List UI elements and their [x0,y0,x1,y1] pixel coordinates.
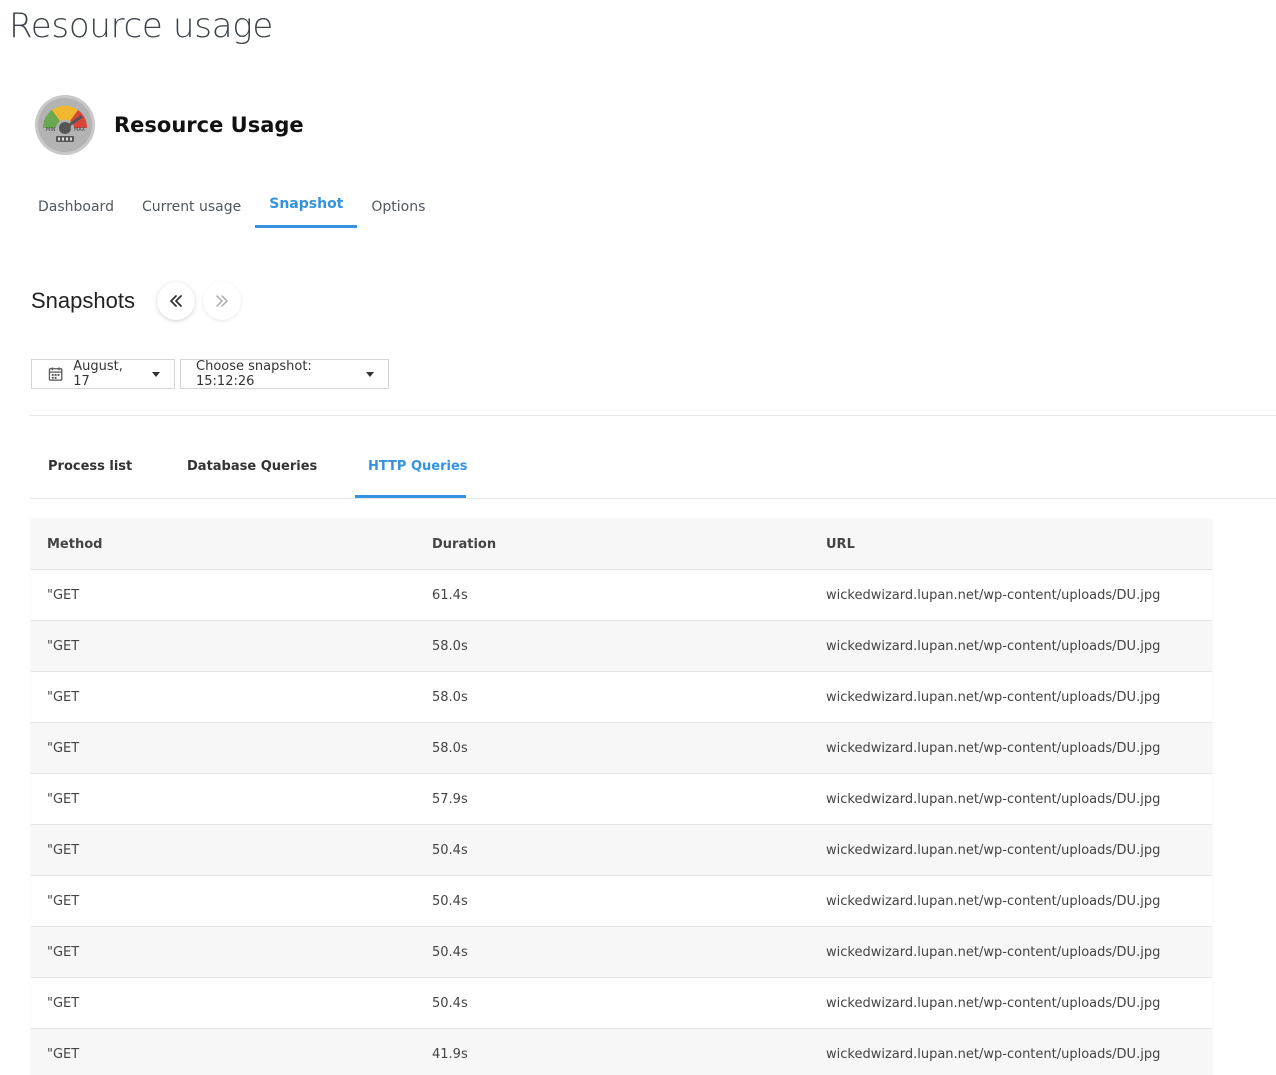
gauge-icon: MIN MAX [34,94,96,156]
cell-duration: 58.0s [416,620,810,672]
caret-down-icon [152,371,160,377]
cell-method: "GET [31,1028,416,1075]
divider [30,498,1276,499]
double-chevron-left-icon [170,295,182,307]
cell-url: wickedwizard.lupan.net/wp-content/upload… [810,671,1212,723]
snapshot-filters: August, 17 Choose snapshot: 15:12:26 [31,359,394,389]
snapshot-time-dropdown[interactable]: Choose snapshot: 15:12:26 [180,359,389,389]
cell-url: wickedwizard.lupan.net/wp-content/upload… [810,875,1212,927]
calendar-icon [48,367,63,381]
caret-down-icon [366,371,374,377]
snapshots-title: Snapshots [31,288,135,313]
cell-method: "GET [31,926,416,978]
cell-url: wickedwizard.lupan.net/wp-content/upload… [810,773,1212,825]
page-heading: Resource usage [9,6,273,46]
cell-url: wickedwizard.lupan.net/wp-content/upload… [810,722,1212,774]
cell-duration: 50.4s [416,977,810,1029]
snapshots-header: Snapshots [31,282,249,320]
cell-method: "GET [31,620,416,672]
previous-snapshot-button[interactable] [156,282,195,320]
tab-snapshot[interactable]: Snapshot [255,183,358,228]
column-header-duration[interactable]: Duration [416,519,810,570]
cell-url: wickedwizard.lupan.net/wp-content/upload… [810,926,1212,978]
tab-current-usage[interactable]: Current usage [128,186,255,228]
cell-duration: 57.9s [416,773,810,825]
date-dropdown-label: August, 17 [73,359,123,389]
cell-method: "GET [31,875,416,927]
cell-url: wickedwizard.lupan.net/wp-content/upload… [810,1028,1212,1075]
cell-duration: 50.4s [416,875,810,927]
cell-duration: 50.4s [416,926,810,978]
tab-dashboard[interactable]: Dashboard [24,186,128,228]
table-row: "GET 41.9s wickedwizard.lupan.net/wp-con… [31,1028,1212,1075]
date-dropdown[interactable]: August, 17 [31,359,175,389]
cell-url: wickedwizard.lupan.net/wp-content/upload… [810,569,1212,621]
table-row: "GET 58.0s wickedwizard.lupan.net/wp-con… [31,671,1212,723]
cell-method: "GET [31,773,416,825]
brand-header: MIN MAX Resource Usage [34,94,304,156]
cell-url: wickedwizard.lupan.net/wp-content/upload… [810,620,1212,672]
table-row: "GET 57.9s wickedwizard.lupan.net/wp-con… [31,773,1212,825]
cell-url: wickedwizard.lupan.net/wp-content/upload… [810,977,1212,1029]
column-header-url[interactable]: URL [810,519,1212,570]
tab-database-queries[interactable]: Database Queries [173,444,355,495]
cell-duration: 50.4s [416,824,810,876]
table-row: "GET 50.4s wickedwizard.lupan.net/wp-con… [31,926,1212,978]
cell-duration: 61.4s [416,569,810,621]
page: Resource usage MIN MAX Resource Usage Da… [0,0,1276,1075]
tab-options[interactable]: Options [357,186,439,228]
table-row: "GET 50.4s wickedwizard.lupan.net/wp-con… [31,875,1212,927]
gauge-min-label: MIN [46,127,56,133]
cell-duration: 58.0s [416,671,810,723]
table-row: "GET 50.4s wickedwizard.lupan.net/wp-con… [31,977,1212,1029]
snapshot-sub-tabs: Process list Database Queries HTTP Queri… [30,444,468,498]
main-tabs: Dashboard Current usage Snapshot Options [24,186,439,231]
table-header-row: Method Duration URL [31,519,1212,570]
tab-process-list[interactable]: Process list [30,444,173,495]
cell-method: "GET [31,722,416,774]
cell-method: "GET [31,824,416,876]
cell-duration: 41.9s [416,1028,810,1075]
table-row: "GET 61.4s wickedwizard.lupan.net/wp-con… [31,569,1212,621]
cell-duration: 58.0s [416,722,810,774]
brand-title: Resource Usage [114,113,304,137]
cell-method: "GET [31,569,416,621]
next-snapshot-button[interactable] [202,282,241,320]
table-row: "GET 50.4s wickedwizard.lupan.net/wp-con… [31,824,1212,876]
tab-http-queries[interactable]: HTTP Queries [355,444,468,498]
divider [30,415,1276,416]
cell-method: "GET [31,671,416,723]
double-chevron-right-icon [216,295,228,307]
gauge-max-label: MAX [74,127,86,133]
cell-url: wickedwizard.lupan.net/wp-content/upload… [810,824,1212,876]
http-queries-table: Method Duration URL "GET 61.4s wickedwiz… [31,519,1212,1075]
cell-method: "GET [31,977,416,1029]
table-row: "GET 58.0s wickedwizard.lupan.net/wp-con… [31,620,1212,672]
table-row: "GET 58.0s wickedwizard.lupan.net/wp-con… [31,722,1212,774]
column-header-method[interactable]: Method [31,519,416,570]
snapshot-time-label: Choose snapshot: 15:12:26 [196,359,312,389]
